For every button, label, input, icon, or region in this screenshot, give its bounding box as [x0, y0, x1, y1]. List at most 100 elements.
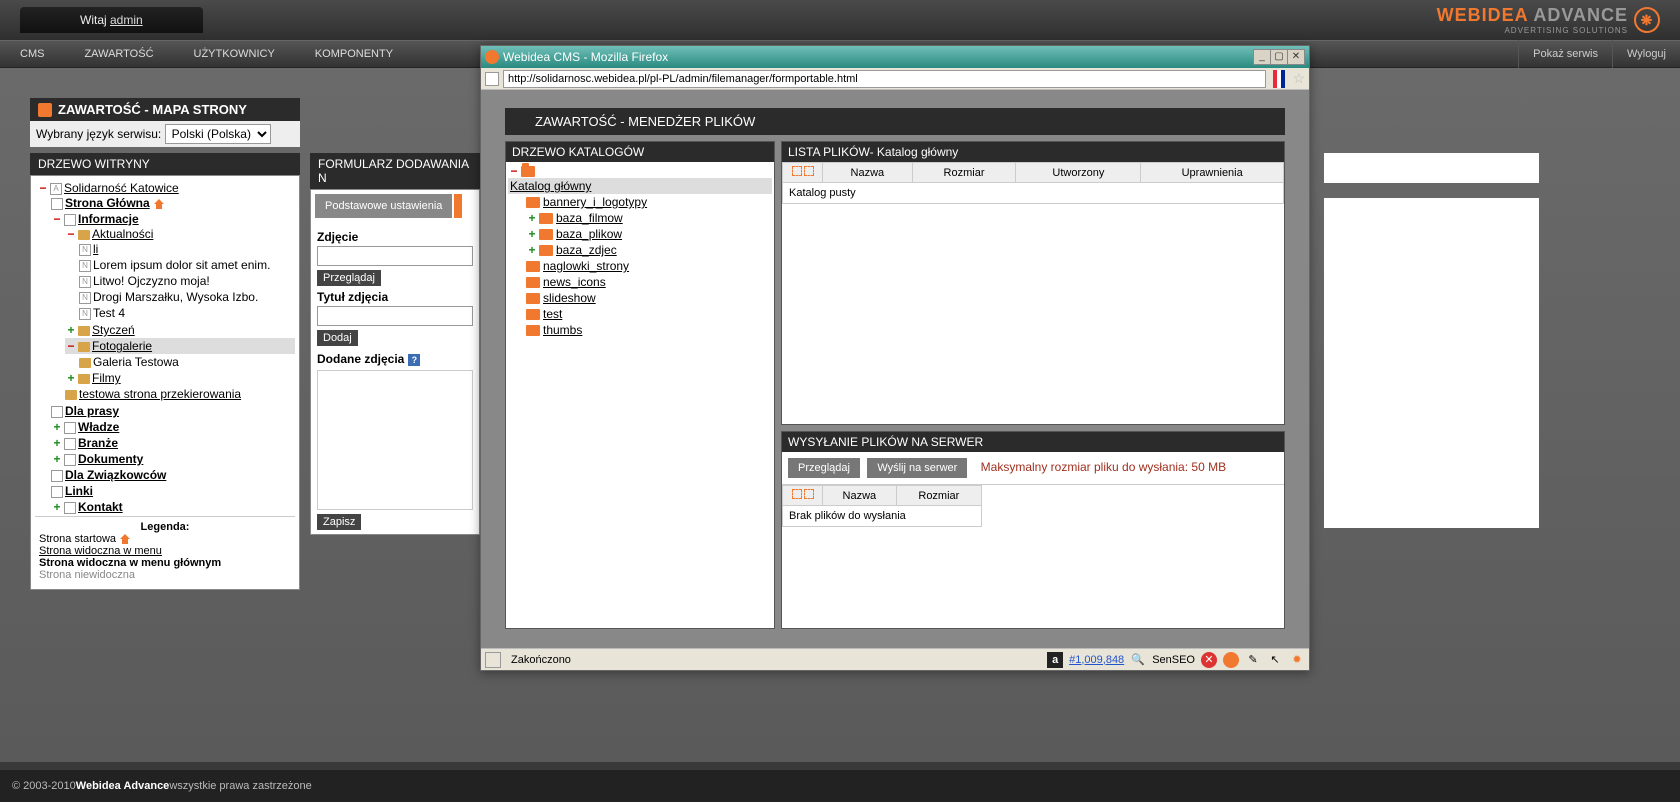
- tree-prasy[interactable]: Dla prasy: [65, 404, 119, 418]
- menu-zawartosc[interactable]: ZAWARTOŚĆ: [64, 40, 173, 68]
- tree-root[interactable]: Solidarność Katowice: [64, 181, 179, 195]
- form-tab-orange[interactable]: [454, 194, 462, 218]
- expand-icon[interactable]: +: [51, 454, 63, 466]
- expand-icon[interactable]: +: [526, 245, 538, 257]
- browse-button[interactable]: Przeglądaj: [317, 270, 381, 286]
- tree-test4[interactable]: Test 4: [93, 306, 125, 320]
- gear-icon[interactable]: ✹: [1289, 652, 1305, 668]
- dir-test[interactable]: test: [543, 307, 562, 321]
- select-all-icon[interactable]: [792, 489, 802, 499]
- upload-browse-button[interactable]: Przeglądaj: [788, 458, 860, 478]
- collapse-icon[interactable]: −: [37, 183, 49, 195]
- dir-slideshow[interactable]: slideshow: [543, 291, 596, 305]
- flag-icon: [1273, 70, 1285, 88]
- dir-thumbs[interactable]: thumbs: [543, 323, 582, 337]
- tree-drogi[interactable]: Drogi Marszałku, Wysoka Izbo.: [93, 290, 258, 304]
- select-all-icon[interactable]: [792, 166, 802, 176]
- tree-lorem[interactable]: Lorem ipsum dolor sit amet enim.: [93, 258, 270, 272]
- col-utworzony[interactable]: Utworzony: [1016, 163, 1141, 183]
- dir-naglowki[interactable]: naglowki_strony: [543, 259, 629, 273]
- expand-icon[interactable]: +: [51, 438, 63, 450]
- expand-icon[interactable]: +: [526, 229, 538, 241]
- tree-li[interactable]: li: [93, 242, 98, 256]
- col-select[interactable]: [783, 163, 823, 183]
- expand-icon[interactable]: +: [51, 422, 63, 434]
- alexa-icon[interactable]: a: [1047, 652, 1063, 668]
- page-icon: [64, 438, 76, 450]
- upload-send-button[interactable]: Wyślij na serwer: [867, 458, 967, 478]
- expand-icon[interactable]: +: [65, 325, 77, 337]
- tree-fotogalerie[interactable]: Fotogalerie: [92, 339, 152, 353]
- col-nazwa[interactable]: Nazwa: [823, 163, 913, 183]
- collapse-icon[interactable]: −: [51, 214, 63, 226]
- select-none-icon[interactable]: [804, 166, 814, 176]
- cursor-icon[interactable]: ↖: [1267, 652, 1283, 668]
- ucol-select[interactable]: [783, 486, 823, 506]
- tree-galeria[interactable]: Galeria Testowa: [93, 355, 179, 369]
- tree-info[interactable]: Informacje: [78, 212, 139, 226]
- save-button[interactable]: Zapisz: [317, 514, 361, 530]
- edit-icon[interactable]: ✎: [1245, 652, 1261, 668]
- copyright-prefix: © 2003-2010: [12, 780, 76, 792]
- form-tab-basic[interactable]: Podstawowe ustawienia: [315, 194, 452, 218]
- status-icon[interactable]: [485, 652, 501, 668]
- menu-uzytkownicy[interactable]: UŻYTKOWNICY: [174, 40, 295, 68]
- tree-zwiazkowcow[interactable]: Dla Związkowców: [65, 468, 166, 482]
- tree-kontakt[interactable]: Kontakt: [78, 500, 123, 514]
- menu-wyloguj[interactable]: Wyloguj: [1612, 40, 1680, 68]
- tree-branze[interactable]: Branże: [78, 436, 118, 450]
- dir-root[interactable]: Katalog główny: [510, 179, 591, 193]
- status-number[interactable]: #1,009,848: [1069, 654, 1124, 666]
- senseo-label[interactable]: SenSEO: [1152, 654, 1195, 666]
- close-button[interactable]: ✕: [1287, 49, 1305, 65]
- add-button[interactable]: Dodaj: [317, 330, 358, 346]
- tree-dokumenty[interactable]: Dokumenty: [78, 452, 143, 466]
- tree-filmy[interactable]: Filmy: [92, 371, 121, 385]
- menu-pokaz-serwis[interactable]: Pokaż serwis: [1518, 40, 1612, 68]
- dir-bannery[interactable]: bannery_i_logotypy: [543, 195, 647, 209]
- firefox-window: Webidea CMS - Mozilla Firefox _ ▢ ✕ ☆ ZA…: [480, 45, 1310, 671]
- dir-plikow[interactable]: baza_plikow: [556, 227, 622, 241]
- minimize-button[interactable]: _: [1253, 49, 1271, 65]
- folder-icon: [526, 197, 540, 208]
- page-icon: [64, 454, 76, 466]
- menu-komponenty[interactable]: KOMPONENTY: [295, 40, 413, 68]
- expand-icon[interactable]: +: [526, 213, 538, 225]
- collapse-icon[interactable]: −: [65, 229, 77, 241]
- window-titlebar[interactable]: Webidea CMS - Mozilla Firefox _ ▢ ✕: [481, 46, 1309, 68]
- empty-message: Katalog pusty: [783, 183, 1284, 204]
- collapse-icon[interactable]: −: [65, 341, 77, 353]
- dir-filmow[interactable]: baza_filmow: [556, 211, 623, 225]
- tree-litwo[interactable]: Litwo! Ojczyzno moja!: [93, 274, 210, 288]
- dir-zdjec[interactable]: baza_zdjec: [556, 243, 617, 257]
- expand-icon[interactable]: +: [51, 502, 63, 514]
- collapse-icon[interactable]: −: [508, 166, 520, 178]
- page-icon: [51, 406, 63, 418]
- tree-wladze[interactable]: Władze: [78, 420, 119, 434]
- expand-icon[interactable]: +: [65, 373, 77, 385]
- maximize-button[interactable]: ▢: [1270, 49, 1288, 65]
- url-input[interactable]: [503, 70, 1266, 88]
- ucol-nazwa[interactable]: Nazwa: [823, 486, 897, 506]
- ucol-rozmiar[interactable]: Rozmiar: [896, 486, 981, 506]
- title-input[interactable]: [317, 306, 473, 326]
- welcome-user-link[interactable]: admin: [110, 13, 143, 27]
- col-rozmiar[interactable]: Rozmiar: [912, 163, 1016, 183]
- menu-cms[interactable]: CMS: [0, 40, 64, 68]
- help-icon[interactable]: ?: [408, 354, 420, 366]
- select-none-icon[interactable]: [804, 489, 814, 499]
- stop-icon[interactable]: ✕: [1201, 652, 1217, 668]
- bookmark-star-icon[interactable]: ☆: [1292, 70, 1305, 87]
- tree-news[interactable]: Aktualności: [92, 227, 153, 241]
- lang-select[interactable]: Polski (Polska): [165, 124, 271, 144]
- dir-news[interactable]: news_icons: [543, 275, 606, 289]
- tree-testowa[interactable]: testowa strona przekierowania: [79, 387, 241, 401]
- tree-styczen[interactable]: Styczeń: [92, 323, 135, 337]
- search-icon[interactable]: 🔍: [1130, 652, 1146, 668]
- tree-main[interactable]: Strona Główna: [65, 196, 150, 210]
- page-icon: [64, 502, 76, 514]
- zdjecie-input[interactable]: [317, 246, 473, 266]
- firefox-status-icon[interactable]: [1223, 652, 1239, 668]
- tree-linki[interactable]: Linki: [65, 484, 93, 498]
- col-uprawnienia[interactable]: Uprawnienia: [1141, 163, 1284, 183]
